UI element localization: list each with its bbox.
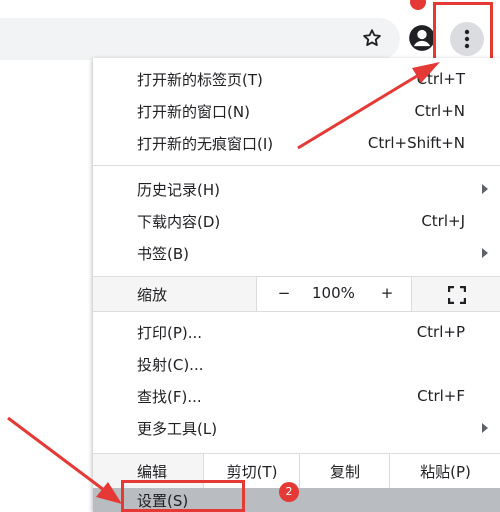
menu-item-label: 书签(B) [137, 244, 189, 263]
zoom-controls: − 100% + [256, 277, 412, 311]
menu-item-cast[interactable]: 投射(C)... [93, 349, 500, 379]
zoom-label: 缩放 [137, 286, 168, 304]
account-icon [409, 25, 435, 51]
menu-item-history[interactable]: 历史记录(H) [93, 174, 500, 204]
menu-item-label: 下载内容(D) [137, 212, 221, 231]
annotation-dot [410, 0, 426, 10]
settings-highlight-box [121, 480, 245, 512]
browser-toolbar [0, 0, 500, 66]
submenu-arrow-icon [482, 248, 488, 258]
fullscreen-icon[interactable] [448, 286, 466, 304]
menu-item-new-incognito[interactable]: 打开新的无痕窗口(I) Ctrl+Shift+N [93, 128, 500, 158]
menu-item-bookmarks[interactable]: 书签(B) [93, 238, 500, 268]
menu-item-new-tab[interactable]: 打开新的标签页(T) Ctrl+T [93, 64, 500, 94]
menu-item-label: 更多工具(L) [137, 419, 218, 438]
copy-button[interactable]: 复制 [299, 454, 390, 488]
address-bar[interactable] [0, 18, 400, 60]
menu-item-shortcut: Ctrl+T [416, 70, 465, 88]
menu-item-shortcut: Ctrl+F [417, 387, 465, 405]
menu-item-find[interactable]: 查找(F)... Ctrl+F [93, 381, 500, 411]
menu-divider [93, 165, 500, 166]
submenu-arrow-icon [482, 184, 488, 194]
menu-item-label: 打开新的标签页(T) [137, 70, 263, 89]
menu-item-downloads[interactable]: 下载内容(D) Ctrl+J [93, 206, 500, 236]
menu-item-more-tools[interactable]: 更多工具(L) [93, 413, 500, 443]
menu-button-highlight-box [433, 2, 493, 66]
zoom-in-button[interactable]: + [380, 284, 394, 302]
edit-label: 编辑 [137, 463, 168, 481]
chrome-dropdown-menu: 打开新的标签页(T) Ctrl+T 打开新的窗口(N) Ctrl+N 打开新的无… [93, 58, 500, 512]
submenu-arrow-icon [482, 423, 488, 433]
zoom-out-button[interactable]: − [277, 284, 291, 302]
menu-item-label: 打开新的无痕窗口(I) [137, 134, 274, 153]
menu-item-label: 历史记录(H) [137, 180, 220, 199]
menu-item-label: 查找(F)... [137, 387, 202, 406]
menu-item-shortcut: Ctrl+Shift+N [367, 134, 465, 152]
menu-item-settings[interactable]: 设置(S) 2 [93, 480, 500, 512]
menu-item-label: 打开新的窗口(N) [137, 102, 250, 121]
menu-item-print[interactable]: 打印(P)... Ctrl+P [93, 317, 500, 347]
menu-item-shortcut: Ctrl+N [414, 102, 465, 120]
menu-item-shortcut: Ctrl+P [416, 323, 465, 341]
menu-item-new-window[interactable]: 打开新的窗口(N) Ctrl+N [93, 96, 500, 126]
menu-item-label: 打印(P)... [137, 323, 203, 342]
paste-button[interactable]: 粘贴(P) [389, 454, 500, 488]
zoom-row: 缩放 − 100% + [93, 276, 500, 312]
zoom-level: 100% [312, 284, 355, 302]
bookmark-star-button[interactable] [358, 24, 386, 52]
step-badge: 2 [279, 482, 299, 502]
menu-item-shortcut: Ctrl+J [421, 212, 465, 230]
menu-item-label: 投射(C)... [137, 355, 204, 374]
star-icon [363, 29, 381, 46]
